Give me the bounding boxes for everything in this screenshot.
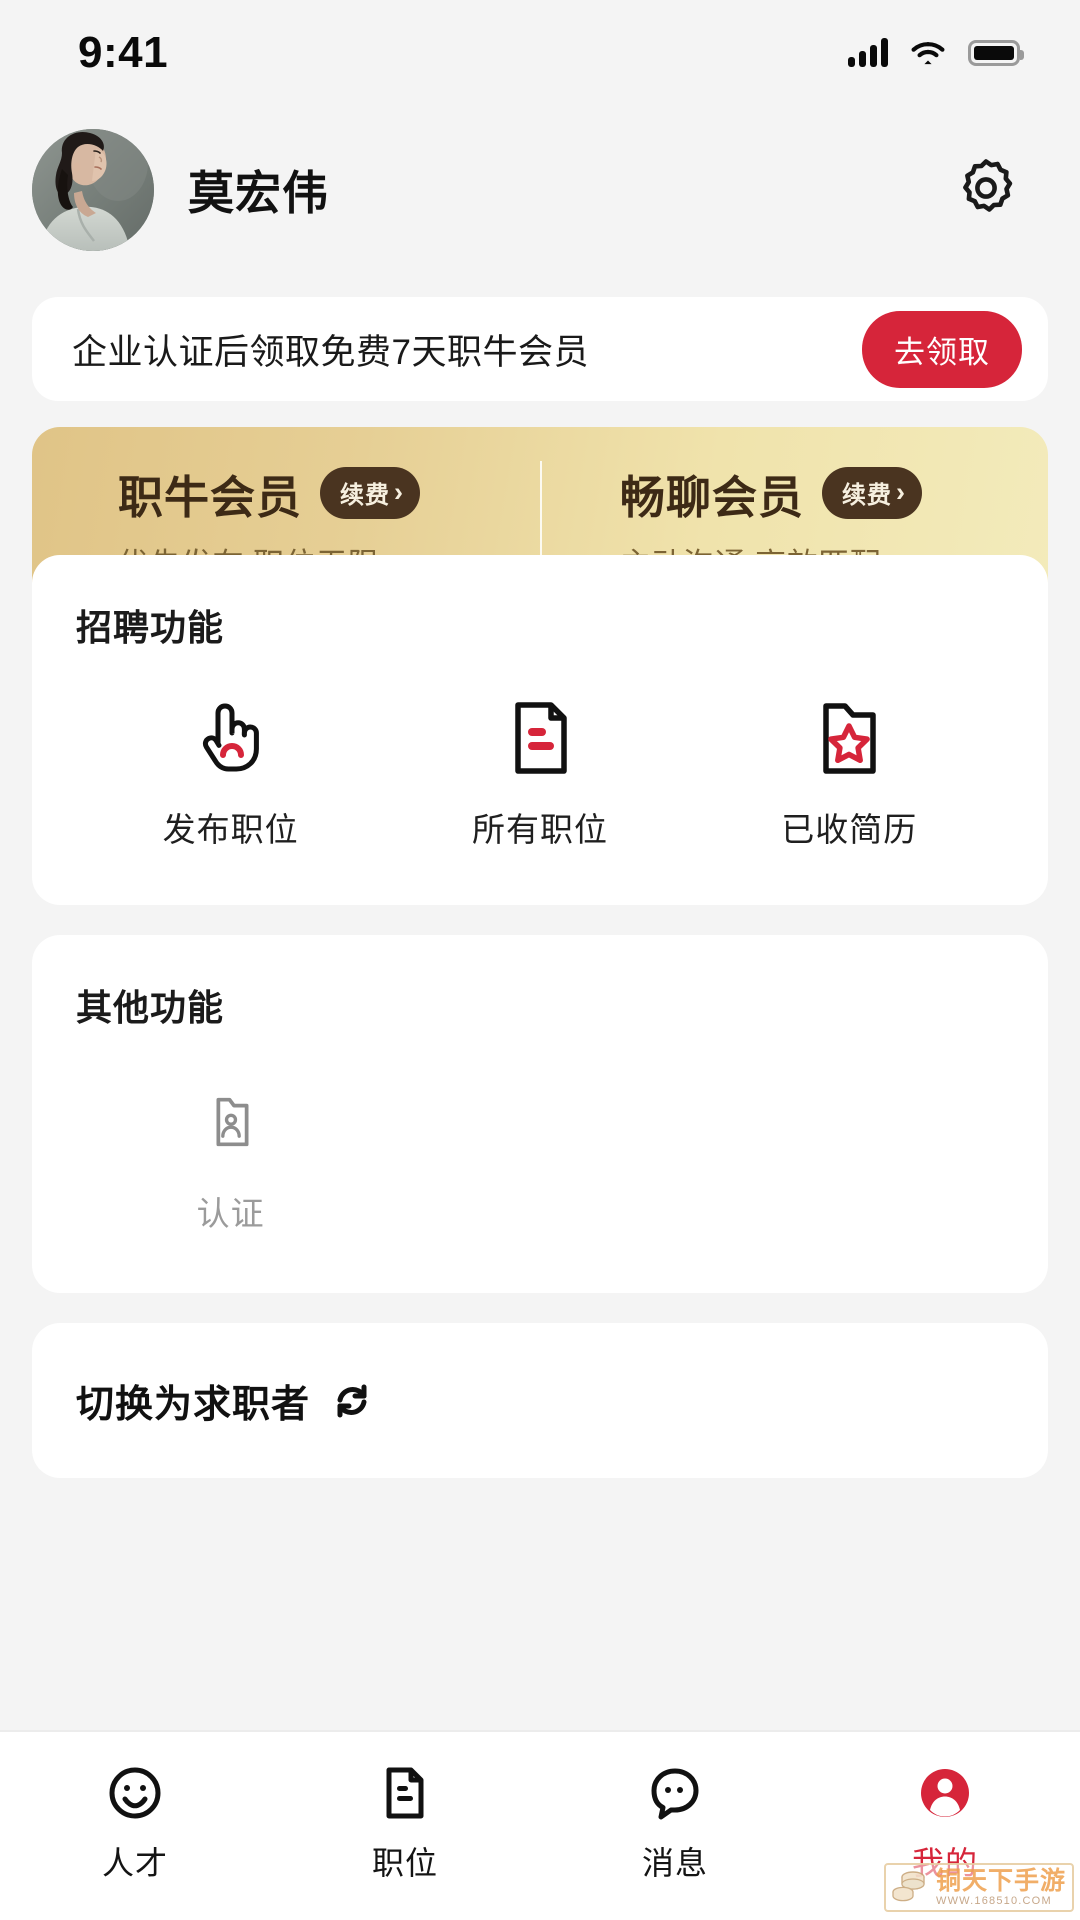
watermark-text: 铜天下手游 WWW.168510.COM bbox=[935, 1866, 1066, 1907]
other-functions-card: 其他功能 认证 bbox=[32, 935, 1048, 1293]
tab-jobs[interactable]: 职位 bbox=[270, 1760, 540, 1884]
wifi-icon bbox=[910, 39, 946, 67]
membership-title: 畅聊会员 bbox=[620, 471, 805, 523]
battery-full-icon bbox=[968, 39, 1024, 66]
status-bar: 9:41 bbox=[0, 0, 1080, 105]
recruit-section-title: 招聘功能 bbox=[76, 607, 225, 648]
swap-refresh-icon bbox=[330, 1379, 374, 1423]
cellular-signal-icon bbox=[848, 37, 888, 67]
function-label: 已收简历 bbox=[781, 811, 918, 848]
renew-button-changliao[interactable]: 续费 › bbox=[822, 467, 923, 519]
document-icon bbox=[374, 1760, 436, 1826]
switch-role-card[interactable]: 切换为求职者 bbox=[32, 1323, 1048, 1478]
membership-title: 职牛会员 bbox=[118, 471, 303, 523]
hand-pointer-icon bbox=[188, 695, 274, 781]
function-label: 所有职位 bbox=[471, 811, 608, 848]
profile-header: 莫宏伟 bbox=[0, 105, 1080, 275]
function-label: 认证 bbox=[196, 1195, 265, 1232]
tab-talent[interactable]: 人才 bbox=[0, 1760, 270, 1884]
tab-label: 职位 bbox=[371, 1845, 438, 1881]
tab-label: 人才 bbox=[101, 1845, 168, 1881]
membership-title-row: 职牛会员 续费 › bbox=[118, 461, 540, 526]
folder-person-icon bbox=[199, 1079, 263, 1165]
smiley-face-icon bbox=[104, 1760, 166, 1826]
function-item-publish-job[interactable]: 发布职位 bbox=[76, 695, 385, 851]
function-item-received-resumes[interactable]: 已收简历 bbox=[695, 695, 1004, 851]
renew-label: 续费 bbox=[842, 482, 893, 509]
watermark-url: WWW.168510.COM bbox=[935, 1894, 1052, 1907]
profile-name: 莫宏伟 bbox=[188, 167, 329, 219]
folder-star-icon bbox=[806, 695, 892, 781]
watermark: 铜天下手游 WWW.168510.COM bbox=[883, 1863, 1074, 1912]
other-section-title: 其他功能 bbox=[76, 987, 225, 1028]
document-lines-icon bbox=[497, 695, 583, 781]
function-item-all-jobs[interactable]: 所有职位 bbox=[385, 695, 694, 851]
avatar[interactable] bbox=[32, 129, 154, 251]
status-bar-time: 9:41 bbox=[78, 27, 169, 77]
watermark-brand: 铜天下手游 bbox=[935, 1866, 1066, 1895]
claim-button[interactable]: 去领取 bbox=[862, 310, 1022, 388]
recruit-functions-grid: 发布职位 所有职位 已收简历 bbox=[76, 695, 1004, 851]
app-screen: 9:41 莫宏伟 企业认证后领取免费7天职牛会员 去领取 职牛会员 续费 › 畅… bbox=[0, 0, 1080, 1920]
chevron-right-icon: › bbox=[896, 477, 907, 507]
recruit-functions-card: 招聘功能 发布职位 所有职位 已收简历 bbox=[32, 555, 1048, 905]
promo-text: 企业认证后领取免费7天职牛会员 bbox=[72, 332, 589, 372]
person-circle-icon bbox=[914, 1760, 976, 1826]
switch-role-label: 切换为求职者 bbox=[76, 1384, 311, 1426]
function-label: 发布职位 bbox=[162, 811, 299, 848]
gear-icon bbox=[955, 157, 1017, 224]
status-bar-icons bbox=[848, 37, 1024, 67]
tab-label: 消息 bbox=[641, 1845, 708, 1881]
renew-button-zhiniu[interactable]: 续费 › bbox=[320, 467, 421, 519]
renew-label: 续费 bbox=[340, 482, 391, 509]
chat-bubble-icon bbox=[644, 1760, 706, 1826]
function-item-certification[interactable]: 认证 bbox=[76, 1079, 385, 1235]
membership-title-row: 畅聊会员 续费 › bbox=[620, 461, 1038, 526]
chevron-right-icon: › bbox=[394, 477, 405, 507]
coins-icon bbox=[890, 1868, 930, 1907]
tab-messages[interactable]: 消息 bbox=[540, 1760, 810, 1884]
promo-banner[interactable]: 企业认证后领取免费7天职牛会员 去领取 bbox=[32, 297, 1048, 401]
other-functions-grid: 认证 bbox=[76, 1079, 1004, 1235]
settings-button[interactable] bbox=[950, 154, 1022, 226]
